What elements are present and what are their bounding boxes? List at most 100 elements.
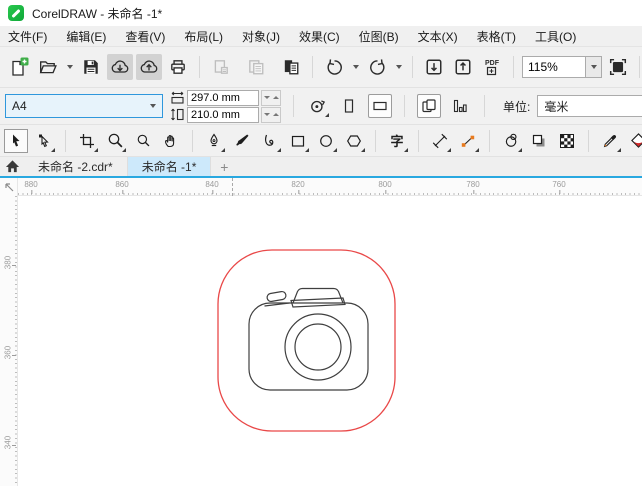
pdf-label: PDF bbox=[485, 60, 500, 67]
document-tab-1[interactable]: 未命名 -2.cdr* bbox=[24, 157, 128, 176]
page-options-button[interactable] bbox=[306, 94, 330, 118]
eyedropper-tool[interactable] bbox=[598, 129, 622, 153]
camera-lens-inner-circle[interactable] bbox=[294, 323, 342, 371]
camera-flash-shape[interactable] bbox=[266, 290, 287, 303]
toolbar-separator bbox=[513, 56, 514, 78]
redo-dropdown-caret[interactable] bbox=[393, 54, 404, 80]
all-pages-button[interactable] bbox=[417, 94, 441, 118]
menu-table[interactable]: 表格(T) bbox=[477, 28, 516, 45]
hruler-label: 800 bbox=[378, 180, 392, 194]
pick-tool-icon bbox=[13, 134, 20, 146]
text-tool-icon: 字 bbox=[390, 134, 404, 149]
zoom-level-input[interactable] bbox=[528, 57, 580, 77]
rectangle-icon bbox=[291, 135, 305, 147]
cloud-download-button[interactable] bbox=[107, 54, 133, 80]
paper-size-combobox[interactable]: A4 bbox=[5, 94, 163, 118]
open-document-button[interactable] bbox=[35, 54, 61, 80]
units-combobox[interactable]: 毫米 bbox=[537, 95, 642, 117]
duplicate-icon bbox=[214, 60, 228, 74]
chevron-down-icon bbox=[590, 65, 597, 69]
zoom-in-tool[interactable] bbox=[103, 129, 127, 153]
transparency-tool[interactable] bbox=[555, 129, 579, 153]
pen-nib-icon bbox=[210, 133, 218, 146]
page-height-spinner[interactable] bbox=[261, 106, 281, 123]
welcome-screen-button[interactable] bbox=[0, 157, 24, 176]
pan-tool[interactable] bbox=[159, 129, 183, 153]
rectangle-tool[interactable] bbox=[286, 129, 310, 153]
crop-tool[interactable] bbox=[75, 129, 99, 153]
camera-viewfinder-shape[interactable] bbox=[292, 287, 344, 304]
current-page-button[interactable] bbox=[448, 94, 472, 118]
undo-button[interactable] bbox=[321, 54, 347, 80]
save-button[interactable] bbox=[78, 54, 104, 80]
import-button[interactable] bbox=[421, 54, 447, 80]
page-height-field[interactable] bbox=[187, 106, 259, 123]
menu-edit[interactable]: 编辑(E) bbox=[66, 28, 106, 45]
contour-tool[interactable] bbox=[499, 129, 523, 153]
bspline-tool[interactable] bbox=[258, 129, 282, 153]
undo-dropdown-caret[interactable] bbox=[350, 54, 361, 80]
menu-file[interactable]: 文件(F) bbox=[8, 28, 47, 45]
brush-tool[interactable] bbox=[230, 129, 254, 153]
units-value: 毫米 bbox=[544, 99, 569, 114]
drawing-canvas[interactable] bbox=[18, 196, 642, 486]
menu-bar: 文件(F) 编辑(E) 查看(V) 布局(L) 对象(J) 效果(C) 位图(B… bbox=[0, 26, 642, 47]
new-document-button[interactable] bbox=[6, 54, 32, 80]
toolbox-separator bbox=[192, 129, 193, 152]
print-button[interactable] bbox=[165, 54, 191, 80]
undo-icon bbox=[327, 58, 342, 75]
cloud-upload-button[interactable] bbox=[136, 54, 162, 80]
toolbox-separator bbox=[375, 129, 376, 152]
horizontal-ruler[interactable]: 880 860 840 820 800 780 760 bbox=[18, 178, 642, 196]
open-dropdown-caret[interactable] bbox=[64, 54, 75, 80]
property-bar: A4 297.0 mm 210.0 mm 单位: 毫米 bbox=[0, 88, 642, 125]
redo-button[interactable] bbox=[364, 54, 390, 80]
page-width-field[interactable] bbox=[187, 89, 259, 106]
zoom-dropdown-caret[interactable] bbox=[586, 56, 602, 78]
connector-tool[interactable] bbox=[456, 129, 480, 153]
new-tab-button[interactable]: + bbox=[211, 157, 237, 176]
save-icon bbox=[84, 60, 98, 74]
page-width-spinner[interactable] bbox=[261, 89, 281, 106]
pick-tool[interactable] bbox=[4, 128, 28, 153]
paste-button[interactable] bbox=[278, 54, 304, 80]
fullscreen-preview-button[interactable] bbox=[605, 54, 631, 80]
publish-pdf-button[interactable]: PDF bbox=[479, 54, 505, 80]
landscape-button[interactable] bbox=[368, 94, 392, 118]
zoom-out-tool[interactable] bbox=[131, 129, 155, 153]
menu-object[interactable]: 对象(J) bbox=[242, 28, 280, 45]
chevron-down-icon bbox=[352, 65, 359, 69]
ellipse-tool[interactable] bbox=[314, 129, 338, 153]
menu-layout[interactable]: 布局(L) bbox=[184, 28, 223, 45]
toolbar-separator bbox=[639, 56, 640, 78]
pen-tool[interactable] bbox=[202, 129, 226, 153]
drop-shadow-tool[interactable] bbox=[527, 129, 551, 153]
crop-tool-icon bbox=[80, 133, 94, 148]
toolbox-separator bbox=[65, 129, 66, 152]
interactive-fill-tool[interactable] bbox=[626, 129, 642, 153]
dimension-tool[interactable] bbox=[428, 129, 452, 153]
menu-text[interactable]: 文本(X) bbox=[418, 28, 458, 45]
menu-effects[interactable]: 效果(C) bbox=[299, 28, 340, 45]
shape-tool[interactable] bbox=[32, 129, 56, 153]
polygon-tool[interactable] bbox=[342, 129, 366, 153]
menu-view[interactable]: 查看(V) bbox=[125, 28, 165, 45]
camera-body-shape[interactable] bbox=[248, 302, 369, 391]
export-button[interactable] bbox=[450, 54, 476, 80]
text-tool[interactable]: 字 bbox=[385, 129, 409, 153]
paste-icon bbox=[284, 60, 299, 75]
camera-drawing[interactable] bbox=[248, 287, 369, 391]
menu-tools[interactable]: 工具(O) bbox=[535, 28, 576, 45]
current-page-icon bbox=[453, 99, 467, 113]
drop-shadow-icon bbox=[532, 134, 545, 146]
ruler-origin-corner[interactable] bbox=[0, 178, 18, 196]
portrait-button[interactable] bbox=[337, 94, 361, 118]
menu-bitmaps[interactable]: 位图(B) bbox=[359, 28, 399, 45]
hruler-label: 760 bbox=[552, 180, 566, 194]
spinner-down-icon bbox=[263, 113, 270, 116]
hruler-label: 880 bbox=[24, 180, 38, 194]
vruler-label: 360 bbox=[3, 345, 13, 360]
vertical-ruler[interactable]: 380 360 340 bbox=[0, 196, 18, 486]
document-tab-2-active[interactable]: 未命名 -1* bbox=[127, 157, 212, 176]
polygon-icon bbox=[347, 134, 361, 147]
